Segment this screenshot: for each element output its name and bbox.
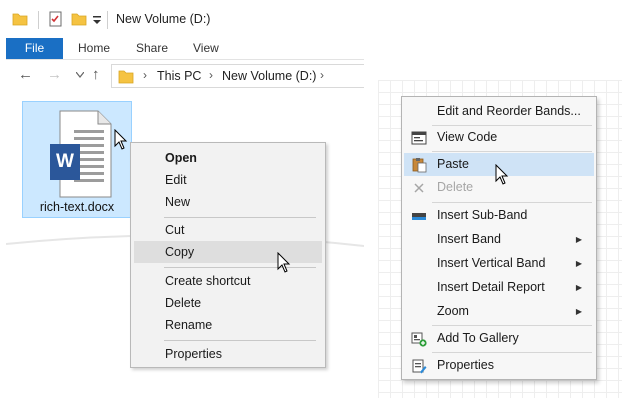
breadcrumb-item-this-pc[interactable]: This PC [157, 69, 201, 83]
folder-icon [118, 70, 134, 84]
add-to-gallery-icon [411, 332, 427, 347]
mouse-pointer-icon [277, 252, 291, 273]
folder-icon[interactable] [12, 11, 28, 27]
menu-item-new[interactable]: New [134, 191, 322, 213]
mouse-pointer-icon [114, 129, 128, 150]
designer-context-menu: Edit and Reorder Bands... View Code Past… [401, 96, 597, 380]
menu-item-label: Paste [437, 157, 469, 171]
file-name-label: rich-text.docx [39, 200, 115, 214]
menu-item-edit-reorder-bands[interactable]: Edit and Reorder Bands... [404, 100, 594, 123]
file-context-menu: Open Edit New Cut Copy Create shortcut D… [130, 142, 326, 368]
menu-separator [432, 151, 592, 152]
breadcrumb-item-volume[interactable]: New Volume (D:) [222, 69, 316, 83]
menu-separator [432, 352, 592, 353]
menu-item-label: Zoom [437, 304, 469, 318]
word-logo-letter: W [56, 151, 74, 172]
submenu-arrow-icon: ▶ [575, 259, 582, 268]
new-folder-icon[interactable] [71, 11, 87, 27]
up-arrow-icon[interactable]: ↑ [92, 67, 100, 83]
mouse-pointer-icon [495, 164, 509, 185]
menu-item-label: View Code [437, 130, 498, 144]
menu-item-label: Insert Sub-Band [437, 208, 528, 222]
tab-home[interactable]: Home [78, 38, 110, 59]
submenu-arrow-icon: ▶ [575, 307, 582, 316]
tab-view[interactable]: View [193, 38, 219, 59]
submenu-arrow-icon: ▶ [575, 235, 582, 244]
menu-item-insert-band[interactable]: Insert Band ▶ [404, 228, 594, 251]
navigation-bar: ← → ↑ › This PC › New Volume (D:) › [6, 63, 364, 89]
tab-file[interactable]: File [6, 38, 63, 59]
paste-icon [412, 158, 427, 173]
ribbon-divider [6, 59, 364, 60]
menu-separator [432, 325, 592, 326]
sub-band-icon [412, 213, 426, 220]
menu-item-open[interactable]: Open [134, 147, 322, 169]
submenu-arrow-icon: ▶ [575, 283, 582, 292]
menu-item-delete[interactable]: Delete [134, 292, 322, 314]
tab-share[interactable]: Share [136, 38, 168, 59]
properties-icon [412, 359, 427, 374]
menu-item-view-code[interactable]: View Code [404, 126, 594, 149]
menu-item-label: Insert Band [437, 232, 501, 246]
window-title: New Volume (D:) [116, 12, 211, 26]
menu-separator [164, 340, 316, 341]
menu-item-label: Add To Gallery [437, 331, 519, 345]
breadcrumb-chevron-icon[interactable]: › [209, 68, 213, 82]
menu-separator [164, 217, 316, 218]
menu-item-insert-detail-report[interactable]: Insert Detail Report ▶ [404, 276, 594, 299]
quick-access-toolbar: New Volume (D:) [6, 0, 364, 38]
toolbar-divider [107, 11, 108, 29]
menu-item-properties[interactable]: Properties [134, 343, 322, 365]
menu-separator [164, 267, 316, 268]
menu-item-edit[interactable]: Edit [134, 169, 322, 191]
toolbar-divider [38, 11, 39, 29]
customize-toolbar-dropdown-icon[interactable] [92, 11, 102, 27]
file-item-selected[interactable]: W rich-text.docx [22, 101, 132, 218]
menu-separator [432, 202, 592, 203]
menu-item-label: Insert Detail Report [437, 280, 545, 294]
menu-item-label: Insert Vertical Band [437, 256, 546, 270]
menu-item-rename[interactable]: Rename [134, 314, 322, 336]
breadcrumb-chevron-icon[interactable]: › [143, 68, 147, 82]
menu-item-label: Properties [437, 358, 494, 372]
ribbon-tabs: File Home Share View [6, 38, 364, 59]
menu-item-zoom[interactable]: Zoom ▶ [404, 300, 594, 323]
menu-item-insert-sub-band[interactable]: Insert Sub-Band [404, 204, 594, 227]
menu-item-create-shortcut[interactable]: Create shortcut [134, 270, 322, 292]
address-bar[interactable]: › This PC › New Volume (D:) › [111, 64, 364, 88]
back-arrow-icon[interactable]: ← [18, 67, 33, 83]
menu-item-cut[interactable]: Cut [134, 219, 322, 241]
menu-item-add-to-gallery[interactable]: Add To Gallery [404, 327, 594, 350]
menu-item-properties[interactable]: Properties [404, 354, 594, 377]
menu-item-label: Delete [437, 180, 474, 194]
recent-locations-chevron-icon[interactable] [76, 72, 84, 78]
menu-item-copy[interactable]: Copy [134, 241, 322, 263]
breadcrumb-chevron-icon[interactable]: › [320, 68, 324, 82]
forward-arrow-icon[interactable]: → [47, 67, 62, 83]
view-code-icon [411, 131, 427, 145]
menu-item-insert-vertical-band[interactable]: Insert Vertical Band ▶ [404, 252, 594, 275]
properties-checklist-icon[interactable] [48, 11, 64, 27]
delete-icon [414, 183, 424, 193]
